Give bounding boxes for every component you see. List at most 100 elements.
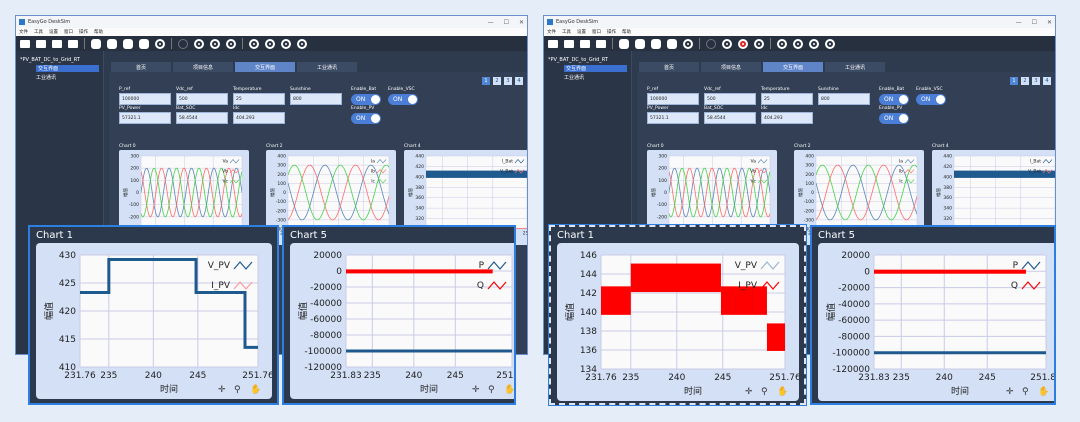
- menu-item[interactable]: 窗口: [64, 29, 73, 35]
- page-button[interactable]: 3: [1032, 77, 1040, 85]
- param-input[interactable]: 58.4544: [704, 112, 756, 124]
- save-icon[interactable]: [52, 39, 62, 48]
- minimize-button[interactable]: —: [1016, 19, 1022, 26]
- param-input[interactable]: 404.293: [761, 112, 813, 124]
- download-icon[interactable]: [139, 38, 149, 49]
- pan-hand-icon[interactable]: ✋: [1038, 385, 1049, 397]
- refresh-icon[interactable]: [635, 38, 645, 49]
- record-icon[interactable]: [722, 38, 732, 49]
- menu-item[interactable]: 操作: [607, 29, 616, 35]
- info-icon[interactable]: [825, 38, 835, 49]
- zoom-tool-icon[interactable]: ⚲: [234, 385, 241, 395]
- param-input[interactable]: 500: [176, 93, 228, 105]
- play-icon[interactable]: [706, 38, 716, 49]
- new-project-icon[interactable]: [20, 39, 30, 48]
- param-input[interactable]: 800: [818, 93, 870, 105]
- info-icon[interactable]: [297, 38, 307, 49]
- signal-icon[interactable]: [777, 38, 787, 49]
- param-input[interactable]: 404.293: [233, 112, 285, 124]
- zoom-tool-icon[interactable]: ⚲: [488, 385, 495, 395]
- toggle-switch[interactable]: ON: [351, 94, 381, 105]
- zoom-plus-icon[interactable]: ✛: [1006, 387, 1014, 397]
- close-project-icon[interactable]: [68, 39, 78, 48]
- maximize-button[interactable]: ☐: [1032, 19, 1037, 26]
- help-icon[interactable]: [281, 38, 291, 49]
- param-input[interactable]: 25: [233, 93, 285, 105]
- param-input[interactable]: 100000: [119, 93, 171, 105]
- zoom-tool-icon[interactable]: ⚲: [1022, 387, 1029, 397]
- tab[interactable]: 交互界面: [763, 62, 823, 72]
- stop-icon[interactable]: [738, 38, 748, 49]
- menu-item[interactable]: 文件: [547, 29, 556, 35]
- zoom-plus-icon[interactable]: ✛: [745, 387, 753, 397]
- tab[interactable]: 项目信息: [173, 62, 233, 72]
- chart5-left-plot[interactable]: 200000-20000-40000-60000-80000-100000-12…: [290, 243, 516, 399]
- zoom-plus-icon[interactable]: ✛: [472, 385, 480, 395]
- toggle-switch[interactable]: ON: [879, 113, 909, 124]
- menu-item[interactable]: 工具: [562, 29, 571, 35]
- menu-item[interactable]: 窗口: [592, 29, 601, 35]
- device-icon[interactable]: [683, 38, 693, 49]
- chart5-popout-left[interactable]: Chart 5 20000 0 -20000 -40000 -60000 -80000 -10…: [282, 225, 516, 405]
- toggle-switch[interactable]: ON: [351, 113, 381, 124]
- chart5-right-plot[interactable]: 200000-20000-40000-60000-80000-100000-12…: [818, 243, 1056, 401]
- toggle-switch[interactable]: ON: [916, 94, 946, 105]
- tab[interactable]: 项目信息: [701, 62, 761, 72]
- zoom-tool-icon[interactable]: ⚲: [761, 387, 768, 397]
- scope-icon[interactable]: [793, 38, 803, 49]
- page-button[interactable]: 1: [482, 77, 490, 85]
- device-icon[interactable]: [155, 38, 165, 49]
- pan-hand-icon[interactable]: ✋: [250, 383, 261, 395]
- signal-icon[interactable]: [249, 38, 259, 49]
- tab[interactable]: 工业通讯: [825, 62, 885, 72]
- record-icon[interactable]: [194, 38, 204, 49]
- tab[interactable]: 工业通讯: [297, 62, 357, 72]
- menu-item[interactable]: 帮助: [94, 29, 103, 35]
- compile-icon[interactable]: [619, 38, 629, 49]
- menu-item[interactable]: 帮助: [622, 29, 631, 35]
- scope-icon[interactable]: [265, 38, 275, 49]
- param-input[interactable]: 57321.1: [119, 112, 171, 124]
- play-icon[interactable]: [178, 38, 188, 49]
- menu-item[interactable]: 设置: [49, 29, 58, 35]
- pan-hand-icon[interactable]: ✋: [504, 383, 515, 395]
- reset-icon[interactable]: [226, 38, 236, 49]
- param-input[interactable]: 500: [704, 93, 756, 105]
- open-folder-icon[interactable]: [564, 39, 574, 48]
- tree-root[interactable]: *PV_BAT_DC_to_Grid_RT: [548, 57, 627, 63]
- minimize-button[interactable]: —: [488, 19, 494, 26]
- close-button[interactable]: ✕: [519, 19, 524, 26]
- tree-root[interactable]: *PV_BAT_DC_to_Grid_RT: [20, 57, 99, 63]
- menu-item[interactable]: 设置: [577, 29, 586, 35]
- tab[interactable]: 首页: [639, 62, 699, 72]
- toggle-switch[interactable]: ON: [879, 94, 909, 105]
- menu-item[interactable]: 文件: [19, 29, 28, 35]
- compile-icon[interactable]: [91, 38, 101, 49]
- new-project-icon[interactable]: [548, 39, 558, 48]
- close-button[interactable]: ✕: [1047, 19, 1052, 26]
- tab[interactable]: 交互界面: [235, 62, 295, 72]
- open-folder-icon[interactable]: [36, 39, 46, 48]
- menu-item[interactable]: 工具: [34, 29, 43, 35]
- chart1-popout-right[interactable]: Chart 1 146 144 142 140 138 136 134 231.76 235 240…: [548, 224, 807, 406]
- maximize-button[interactable]: ☐: [504, 19, 509, 26]
- deploy-icon[interactable]: [123, 38, 133, 49]
- help-icon[interactable]: [809, 38, 819, 49]
- page-button[interactable]: 4: [515, 77, 523, 85]
- param-input[interactable]: 58.4544: [176, 112, 228, 124]
- tab[interactable]: 首页: [111, 62, 171, 72]
- pan-hand-icon[interactable]: ✋: [777, 385, 788, 397]
- reset-icon[interactable]: [754, 38, 764, 49]
- zoom-plus-icon[interactable]: ✛: [218, 385, 226, 395]
- page-button[interactable]: 2: [1021, 77, 1029, 85]
- page-button[interactable]: 1: [1010, 77, 1018, 85]
- page-button[interactable]: 2: [493, 77, 501, 85]
- menu-item[interactable]: 操作: [79, 29, 88, 35]
- download-icon[interactable]: [667, 38, 677, 49]
- deploy-icon[interactable]: [651, 38, 661, 49]
- stop-icon[interactable]: [210, 38, 220, 49]
- tree-item[interactable]: 工业通讯: [36, 74, 99, 81]
- refresh-icon[interactable]: [107, 38, 117, 49]
- chart1-left-plot[interactable]: 430425420415410231.76 235 240 245 251.76时间幅值…: [36, 243, 272, 399]
- chart5-popout-right[interactable]: Chart 5 20000 0 -20000 -40000 -60000 -80000 -10…: [810, 225, 1056, 405]
